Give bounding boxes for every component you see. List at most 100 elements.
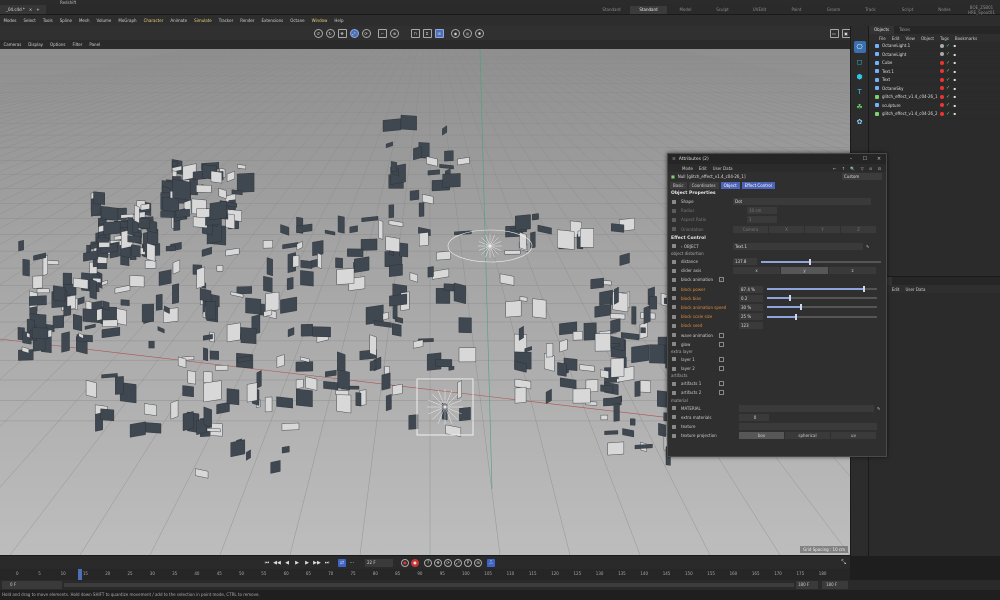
distance-field[interactable]: 137.8 xyxy=(733,258,757,266)
menu-select[interactable]: Select xyxy=(20,18,39,23)
null-object-icon[interactable]: ⎔ xyxy=(853,41,866,53)
menu-help[interactable]: Help xyxy=(331,18,347,23)
axis-y-option[interactable]: y xyxy=(781,267,829,275)
keyframe-icon[interactable] xyxy=(672,199,676,204)
snap-icon[interactable]: ⌐ xyxy=(378,28,387,38)
loop-icon[interactable]: ⇄ xyxy=(338,558,346,567)
nav-icons[interactable]: ← ↑ 🔍 ▽ ⊙ ⊡ xyxy=(833,166,883,171)
current-frame-field[interactable]: 22 F xyxy=(365,558,393,567)
slider-knob[interactable] xyxy=(800,304,802,311)
object-row[interactable]: OctaneLight ✓ ▪ xyxy=(869,51,1000,59)
orientation-option-y[interactable]: Y xyxy=(805,225,841,233)
go-to-start-icon[interactable]: ⏮ xyxy=(263,559,271,567)
layer-color-dot[interactable] xyxy=(940,77,944,82)
projection-spherical-option[interactable]: spherical xyxy=(785,432,831,440)
visibility-check-icon[interactable]: ✓ xyxy=(946,94,950,100)
menu-tools[interactable]: Tools xyxy=(39,18,56,23)
undo-icon[interactable]: ↺ xyxy=(313,28,323,38)
objects-menu-bookmarks[interactable]: Bookmarks xyxy=(955,36,977,41)
object-link-field[interactable]: Text.1 xyxy=(733,242,863,250)
keyframe-icon[interactable] xyxy=(672,433,676,438)
keyframe-icon[interactable] xyxy=(672,366,676,371)
objects-menu-tags[interactable]: Tags xyxy=(940,36,949,41)
menu-mograph[interactable]: MoGraph xyxy=(115,18,140,23)
prev-frame-icon[interactable]: ◀ xyxy=(283,559,291,567)
radius-field[interactable]: 10 cm xyxy=(747,207,777,215)
position-key-icon[interactable]: ✥ xyxy=(434,558,442,567)
tab-coordinates[interactable]: Coordinates xyxy=(688,182,719,189)
block-param-field[interactable]: 123 xyxy=(739,322,763,330)
axis-x-option[interactable]: x xyxy=(733,267,781,275)
shape-dropdown[interactable]: Dot xyxy=(733,198,871,206)
keyframe-icon[interactable] xyxy=(672,323,676,328)
view-menu-options[interactable]: Options xyxy=(47,42,69,47)
play-icon[interactable]: ▶ xyxy=(293,559,301,567)
redo-icon[interactable]: ↻ xyxy=(325,28,335,38)
keyframe-icon[interactable] xyxy=(672,268,676,273)
keyframe-icon[interactable] xyxy=(672,227,676,232)
material-link-field[interactable] xyxy=(739,404,874,412)
axis-z-option[interactable]: z xyxy=(829,267,877,275)
object-row[interactable]: sculpture ✓ ▪ xyxy=(869,102,1000,110)
pla-key-icon[interactable]: ⊞ xyxy=(474,558,482,567)
block-param-field[interactable]: 25 % xyxy=(739,313,763,321)
block-param-field[interactable]: 30 % xyxy=(739,303,763,311)
timeline-ruler[interactable]: 0 5 10 15 20 25 30 35 40 45 50 55 60 65 70 75 80 85 90 95 10… xyxy=(0,569,850,580)
maximize-icon[interactable]: ☐ xyxy=(858,156,872,162)
layer2-checkbox[interactable] xyxy=(719,366,724,372)
slider-knob[interactable] xyxy=(863,286,866,293)
expand-timeline-icon[interactable]: ⤡ xyxy=(841,559,846,567)
texture-field[interactable] xyxy=(739,423,877,431)
keyframe-icon[interactable] xyxy=(672,381,676,386)
close-icon[interactable]: × xyxy=(872,156,886,162)
layer-color-dot[interactable] xyxy=(940,69,944,74)
axis-lock-icon[interactable]: ⌗ xyxy=(422,28,432,38)
menu-animate[interactable]: Animate xyxy=(167,18,191,23)
tag-icon[interactable]: ▪ xyxy=(953,52,956,57)
orientation-segmented[interactable]: Camera X Y Z xyxy=(733,225,877,233)
block-param-slider[interactable] xyxy=(767,304,877,311)
slider-knob[interactable] xyxy=(794,313,797,320)
attr-menu-user-data[interactable]: User Data xyxy=(713,166,733,171)
tag-icon[interactable]: ▪ xyxy=(953,77,956,82)
menu-extensions[interactable]: Extensions xyxy=(258,18,287,23)
layer-color-dot[interactable] xyxy=(940,52,944,57)
keyframe-selection-icon[interactable]: ? xyxy=(424,558,432,567)
keyframe-icon[interactable] xyxy=(672,287,676,292)
layer-color-dot[interactable] xyxy=(940,94,944,99)
texture-projection-segmented[interactable]: box spherical uv xyxy=(739,432,877,440)
rotate-tool-icon[interactable]: ⟳ xyxy=(361,28,371,38)
scale-tool-icon[interactable]: ⤢ xyxy=(349,28,359,38)
tab-takes[interactable]: Takes xyxy=(894,26,915,34)
tag-icon[interactable]: ▪ xyxy=(953,111,956,116)
orientation-option-x[interactable]: X xyxy=(769,225,805,233)
layout-tab-1[interactable]: Standard xyxy=(630,5,667,14)
tab-basic[interactable]: Basic xyxy=(670,182,687,189)
start-frame-field[interactable]: 0 F xyxy=(2,581,62,589)
grid-snap-icon[interactable]: ⊞ xyxy=(434,28,444,38)
view-menu-panel[interactable]: Panel xyxy=(86,42,104,47)
artifacts1-checkbox[interactable] xyxy=(719,381,724,387)
auto-key-icon[interactable]: ● xyxy=(411,558,419,567)
menu-octane[interactable]: Octane xyxy=(287,18,308,23)
coordinate-icon[interactable]: ⊕ xyxy=(390,28,399,38)
rotation-key-icon[interactable]: ⟳ xyxy=(444,558,452,567)
keyframe-icon[interactable] xyxy=(672,333,676,338)
tag-icon[interactable]: ▪ xyxy=(953,69,956,74)
attr-menu-mode[interactable]: Mode xyxy=(682,166,693,171)
layer-color-dot[interactable] xyxy=(940,43,944,48)
layer-color-dot[interactable] xyxy=(940,86,944,91)
keyframe-icon[interactable] xyxy=(672,424,676,429)
layer1-checkbox[interactable] xyxy=(719,356,724,362)
object-row[interactable]: Text ✓ ▪ xyxy=(869,76,1000,85)
sphere-primitive-icon[interactable]: ⬢ xyxy=(854,71,866,83)
visibility-check-icon[interactable]: ✓ xyxy=(946,43,950,49)
timeline-icon[interactable]: ⎍ xyxy=(487,558,495,567)
objects-menu-object[interactable]: Object xyxy=(921,36,934,41)
objects-menu-view[interactable]: View xyxy=(905,36,915,41)
move-tool-icon[interactable]: ✥ xyxy=(337,28,347,38)
menu-window[interactable]: Window xyxy=(308,18,331,23)
layout-tab-2[interactable]: Model xyxy=(667,7,704,12)
speed-icon[interactable]: ⋯ xyxy=(348,559,356,567)
artifacts2-checkbox[interactable] xyxy=(719,390,724,396)
